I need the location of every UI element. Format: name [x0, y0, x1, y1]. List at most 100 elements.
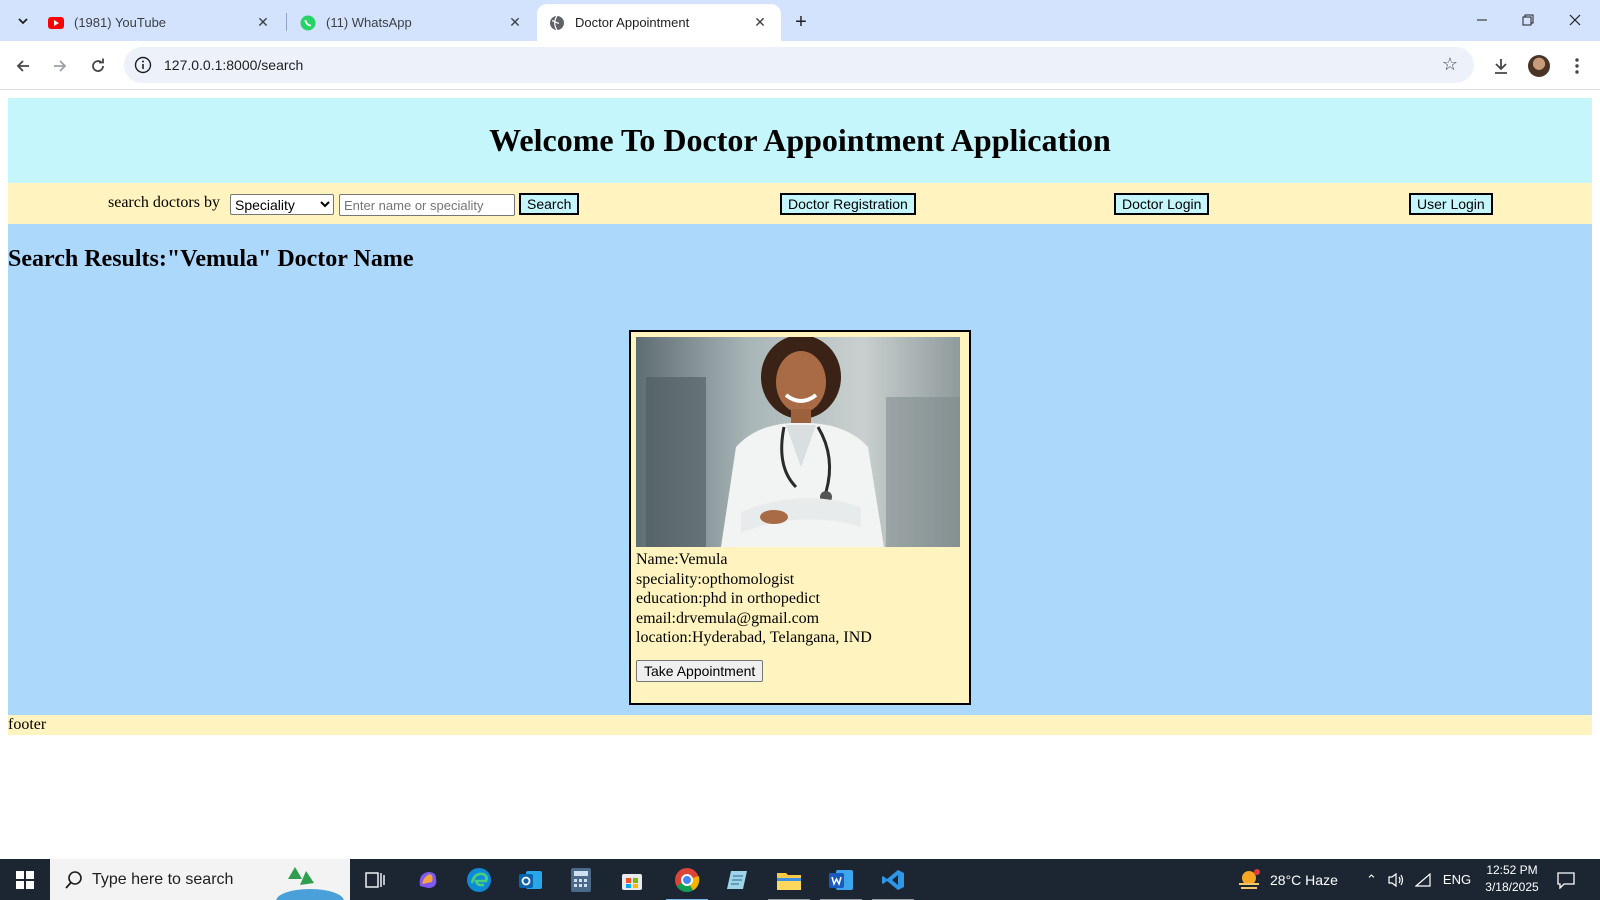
- browser-menu-button[interactable]: [1563, 52, 1591, 80]
- doctor-card: Name:Vemula speciality:opthomologist edu…: [629, 330, 971, 705]
- kebab-menu-icon: [1575, 58, 1579, 74]
- word-icon: [829, 870, 853, 890]
- browser-toolbar: 127.0.0.1:8000/search ☆: [0, 41, 1600, 90]
- microsoft-store-app[interactable]: [617, 865, 647, 895]
- doctor-speciality: speciality:opthomologist: [636, 570, 795, 588]
- vscode-icon: [882, 870, 904, 890]
- search-label: search doctors by: [108, 194, 220, 211]
- copilot-app[interactable]: [413, 865, 443, 895]
- site-info-icon[interactable]: [134, 56, 152, 74]
- chevron-down-icon: [18, 18, 28, 25]
- globe-icon: [549, 15, 565, 31]
- copilot-icon: [419, 872, 437, 888]
- page-header: Welcome To Doctor Appointment Applicatio…: [8, 98, 1592, 183]
- notifications-button[interactable]: [1556, 859, 1576, 900]
- profile-button[interactable]: [1525, 52, 1553, 80]
- file-explorer-app[interactable]: [768, 865, 810, 900]
- language-indicator[interactable]: ENG: [1443, 872, 1471, 887]
- address-bar[interactable]: 127.0.0.1:8000/search ☆: [124, 47, 1474, 83]
- search-by-select[interactable]: Speciality: [230, 194, 334, 215]
- outlook-app[interactable]: [515, 865, 545, 895]
- recycle-icon: [276, 867, 344, 900]
- doctor-name: Name:Vemula: [636, 551, 728, 568]
- browser-tabstrip: (1981) YouTube ✕ (11) WhatsApp ✕ Doctor …: [0, 0, 1600, 41]
- edge-icon: [467, 868, 491, 892]
- tab-separator: [286, 13, 287, 31]
- nav-bar: search doctors by Speciality Search Doct…: [8, 183, 1592, 224]
- bookmark-star-icon[interactable]: ☆: [1442, 54, 1458, 75]
- whatsapp-icon: [300, 15, 316, 31]
- task-view-icon: [365, 872, 385, 888]
- outlook-icon: [519, 871, 542, 889]
- tab-doctor-appointment[interactable]: Doctor Appointment ✕: [537, 4, 781, 41]
- doctor-education: education:phd in orthopedict: [636, 590, 820, 607]
- restore-button[interactable]: [1505, 6, 1551, 34]
- chrome-app[interactable]: [666, 865, 708, 900]
- clock-time: 12:52 PM: [1486, 863, 1538, 877]
- doctor-photo: [636, 337, 960, 547]
- tray-icons: ⌃ ENG: [1366, 859, 1471, 900]
- close-tab-icon[interactable]: ✕: [751, 14, 769, 32]
- reload-button[interactable]: [83, 51, 113, 81]
- start-button[interactable]: [0, 859, 50, 900]
- doctor-login-button[interactable]: Doctor Login: [1114, 193, 1210, 215]
- speaker-icon[interactable]: [1387, 872, 1405, 888]
- chevron-up-icon[interactable]: ⌃: [1366, 872, 1377, 888]
- windows-logo-icon: [16, 870, 34, 889]
- avatar: [1528, 55, 1550, 77]
- weather-text: 28°C Haze: [1270, 871, 1338, 888]
- close-tab-icon[interactable]: ✕: [254, 14, 272, 32]
- tab-search-button[interactable]: [10, 8, 36, 34]
- page-title: Welcome To Doctor Appointment Applicatio…: [489, 122, 1111, 158]
- downloads-button[interactable]: [1487, 52, 1515, 80]
- store-icon: [622, 874, 642, 890]
- forward-button[interactable]: [45, 51, 75, 81]
- search-button[interactable]: Search: [519, 193, 580, 215]
- edge-app[interactable]: [464, 865, 494, 895]
- windows-taskbar: Type here to search 28°C Haze ⌃ ENG 12:5…: [0, 859, 1600, 900]
- doctor-details: Name:Vemula speciality:opthomologist edu…: [636, 550, 872, 648]
- chrome-icon: [675, 868, 700, 893]
- calculator-app[interactable]: [566, 865, 596, 895]
- tab-title: (11) WhatsApp: [326, 15, 412, 30]
- close-tab-icon[interactable]: ✕: [506, 14, 524, 32]
- reload-icon: [92, 58, 104, 72]
- user-login-button[interactable]: User Login: [1409, 193, 1493, 215]
- task-view-button[interactable]: [360, 865, 390, 895]
- search-results: Search Results:"Vemula" Doctor Name Name…: [8, 224, 1592, 715]
- doctor-email: email:drvemula@gmail.com: [636, 609, 820, 627]
- search-input[interactable]: [339, 194, 515, 216]
- clock-date: 3/18/2025: [1485, 880, 1539, 894]
- notes-app[interactable]: [722, 865, 752, 895]
- tab-youtube[interactable]: (1981) YouTube ✕: [36, 4, 284, 41]
- weather-haze-icon: [1239, 868, 1260, 889]
- calculator-icon: [571, 868, 591, 892]
- tab-whatsapp[interactable]: (11) WhatsApp ✕: [288, 4, 536, 41]
- download-icon: [1495, 59, 1507, 74]
- word-app[interactable]: [820, 865, 862, 900]
- tab-title: Doctor Appointment: [575, 15, 690, 30]
- doctor-registration-button[interactable]: Doctor Registration: [780, 193, 916, 215]
- back-arrow-icon: [16, 60, 29, 72]
- network-icon[interactable]: [1414, 872, 1431, 887]
- web-page: Welcome To Doctor Appointment Applicatio…: [8, 98, 1592, 735]
- back-button[interactable]: [8, 51, 38, 81]
- url-text: 127.0.0.1:8000/search: [164, 57, 304, 73]
- tab-title: (1981) YouTube: [74, 15, 167, 30]
- close-window-button[interactable]: [1552, 6, 1598, 34]
- restore-icon: [1522, 14, 1534, 26]
- taskbar-search-box[interactable]: Type here to search: [50, 859, 350, 900]
- forward-arrow-icon: [54, 60, 67, 72]
- plus-icon: +: [795, 10, 807, 33]
- new-tab-button[interactable]: +: [788, 9, 814, 35]
- close-icon: [1569, 14, 1581, 26]
- minimize-icon: [1477, 19, 1487, 21]
- folder-icon: [777, 873, 801, 890]
- take-appointment-button[interactable]: Take Appointment: [636, 660, 764, 682]
- notification-icon: [1557, 871, 1575, 889]
- weather-widget[interactable]: 28°C Haze: [1236, 859, 1338, 900]
- taskbar-clock[interactable]: 12:52 PM 3/18/2025: [1472, 862, 1552, 896]
- notes-icon: [727, 871, 747, 889]
- minimize-button[interactable]: [1459, 6, 1505, 34]
- vscode-app[interactable]: [872, 865, 914, 900]
